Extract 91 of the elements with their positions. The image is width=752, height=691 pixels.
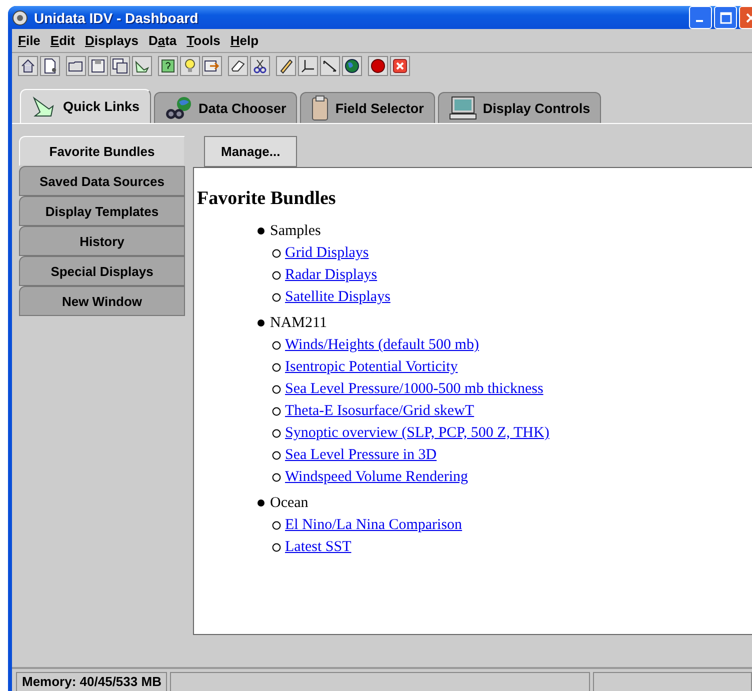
bundle-link[interactable]: Windspeed Volume Rendering [285, 468, 468, 486]
bundle-link[interactable]: Satellite Displays [285, 288, 390, 306]
help-icon [160, 58, 176, 74]
side-tab[interactable]: Saved Data Sources [19, 166, 185, 196]
line-button[interactable] [320, 56, 340, 76]
manage-button[interactable]: Manage... [204, 136, 298, 167]
tab[interactable]: Data Chooser [154, 92, 298, 123]
bullet-icon [257, 319, 265, 327]
bundle-link[interactable]: Grid Displays [285, 244, 369, 262]
bundle-link[interactable]: Theta-E Isosurface/Grid skewT [285, 402, 474, 420]
stop-button[interactable] [368, 56, 388, 76]
menu-item[interactable]: Data [148, 33, 177, 48]
lightbulb-icon [182, 58, 198, 74]
stop-icon [370, 58, 386, 74]
close-icon [392, 58, 408, 74]
arrow-icon [134, 58, 150, 74]
bullet-icon [272, 362, 281, 372]
monitor-icon [448, 96, 477, 120]
new-document-icon [42, 58, 58, 74]
globe-button[interactable] [342, 56, 362, 76]
bullet-icon [272, 292, 281, 302]
tab[interactable]: Field Selector [300, 92, 435, 123]
globe-icon [344, 58, 360, 74]
export-icon [204, 58, 220, 74]
bundle-link[interactable]: Latest SST [285, 538, 352, 556]
eraser-icon [230, 58, 246, 74]
bullet-icon [272, 542, 281, 552]
side-tab[interactable]: Display Templates [19, 196, 185, 226]
maximize-icon [720, 12, 732, 24]
group-name: NAM211 [270, 314, 327, 332]
window-title: Unidata IDV - Dashboard [34, 10, 198, 26]
menu-item[interactable]: Edit [50, 33, 75, 48]
arrow-button[interactable] [132, 56, 152, 76]
side-tab[interactable]: Favorite Bundles [19, 136, 185, 166]
bullet-icon [272, 520, 281, 530]
new-document-button[interactable] [40, 56, 60, 76]
scissors-icon [252, 58, 268, 74]
side-tab[interactable]: New Window [19, 286, 185, 316]
binoculars-icon [164, 96, 193, 120]
bundle-link[interactable]: Sea Level Pressure/1000-500 mb thickness [285, 380, 544, 398]
axes-button[interactable] [298, 56, 318, 76]
menu-item[interactable]: File [18, 33, 40, 48]
save-icon [90, 58, 106, 74]
bullet-icon [272, 406, 281, 416]
bullet-icon [272, 270, 281, 280]
bullet-icon [272, 428, 281, 438]
minimize-button[interactable] [689, 6, 712, 29]
side-tab[interactable]: History [19, 226, 185, 256]
scissors-button[interactable] [250, 56, 270, 76]
minimize-icon [696, 20, 703, 22]
bullet-icon [257, 227, 265, 235]
bullet-icon [257, 499, 265, 507]
eraser-button[interactable] [228, 56, 248, 76]
home-icon [20, 58, 36, 74]
app-icon [12, 10, 28, 26]
line-icon [322, 58, 338, 74]
bundle-link[interactable]: Sea Level Pressure in 3D [285, 446, 437, 464]
bundle-link[interactable]: Winds/Heights (default 500 mb) [285, 336, 479, 354]
clipboard-icon [311, 95, 330, 121]
lightbulb-button[interactable] [180, 56, 200, 76]
pencil-button[interactable] [276, 56, 296, 76]
folder-button[interactable] [66, 56, 86, 76]
tab[interactable]: Quick Links [20, 89, 151, 123]
heading: Favorite Bundles [197, 188, 336, 210]
group-name: Ocean [270, 494, 308, 512]
bullet-icon [272, 472, 281, 482]
pencil-icon [278, 58, 294, 74]
menu-item[interactable]: Help [230, 33, 259, 48]
save-button[interactable] [88, 56, 108, 76]
maximize-button[interactable] [714, 6, 737, 29]
memory-status: Memory: 40/45/533 MB [16, 672, 168, 691]
bullet-icon [272, 450, 281, 460]
save-as-icon [112, 58, 128, 74]
group-name: Samples [270, 222, 321, 240]
bundle-link[interactable]: El Nino/La Nina Comparison [285, 516, 462, 534]
menu-item[interactable]: Displays [84, 33, 138, 48]
bullet-icon [272, 340, 281, 350]
side-tab[interactable]: Special Displays [19, 256, 185, 286]
bundle-link[interactable]: Synoptic overview (SLP, PCP, 500 Z, THK) [285, 424, 550, 442]
tab[interactable]: Display Controls [438, 92, 602, 123]
close-button[interactable] [390, 56, 410, 76]
export-button[interactable] [202, 56, 222, 76]
bullet-icon [272, 384, 281, 394]
axes-icon [300, 58, 316, 74]
bundle-link[interactable]: Radar Displays [285, 266, 378, 284]
help-button[interactable] [158, 56, 178, 76]
home-button[interactable] [18, 56, 38, 76]
bundle-link[interactable]: Isentropic Potential Vorticity [285, 358, 458, 376]
bullet-icon [272, 248, 281, 258]
menu-item[interactable]: Tools [186, 33, 220, 48]
save-as-button[interactable] [110, 56, 130, 76]
